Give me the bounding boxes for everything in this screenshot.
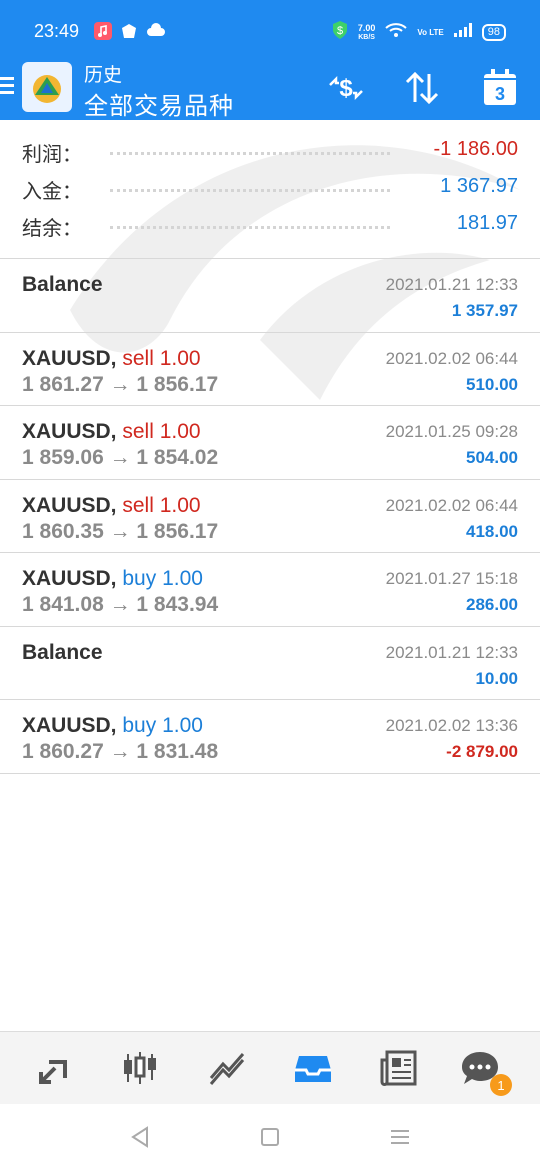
deal-header: XAUUSD, buy 1.00	[22, 714, 203, 738]
network-speed: 7.00 KB/S	[357, 22, 376, 42]
cloud-icon	[146, 22, 166, 45]
calendar-day: 3	[494, 84, 505, 104]
summary-panel: 利润： -1 186.00 入金： 1 367.97 结余： 181.97	[0, 130, 540, 241]
summary-value: 181.97	[456, 212, 518, 234]
status-bar: 23:49 $ 7.00 KB/S Vo LTE 98	[0, 0, 540, 60]
chat-icon[interactable]: 1	[458, 1046, 512, 1096]
status-right-cluster: $ 7.00 KB/S Vo LTE 98	[332, 20, 506, 45]
deal-profit: 510.00	[466, 374, 518, 394]
music-app-icon	[94, 22, 112, 45]
deal-symbol: XAUUSD,	[22, 567, 117, 590]
deal-time: 2021.01.25 09:28	[385, 422, 518, 441]
menu-icon[interactable]	[0, 73, 16, 103]
history-row[interactable]: XAUUSD, buy 1.00 1 860.27 → 1 831.48 202…	[0, 700, 540, 774]
candlestick-chart-icon[interactable]	[118, 1046, 162, 1090]
shield-icon: $	[332, 20, 348, 45]
top-header: 23:49 $ 7.00 KB/S Vo LTE 98 历史 全部交易品种 $ …	[0, 0, 540, 120]
dotted-leader	[110, 152, 390, 155]
deal-time: 2021.01.21 12:33	[385, 642, 518, 662]
summary-label: 利润：	[22, 144, 82, 166]
deal-prices: 1 860.27 → 1 831.48	[22, 740, 219, 763]
battery-indicator: 98	[481, 24, 506, 41]
dotted-leader	[110, 189, 390, 192]
svg-text:$: $	[339, 75, 353, 102]
deal-volume: 1.00	[159, 346, 201, 370]
summary-row-balance: 结余： 181.97	[0, 204, 540, 241]
bottom-tab-bar: 1	[0, 1031, 540, 1105]
deal-symbol: Balance	[22, 640, 103, 664]
page-title: 历史	[84, 65, 123, 86]
app-logo	[22, 62, 72, 112]
deal-volume: 1.00	[162, 567, 203, 590]
deal-symbol: XAUUSD,	[22, 493, 117, 517]
deal-volume: 1.00	[162, 714, 203, 737]
chat-badge: 1	[490, 1074, 512, 1096]
calendar-icon[interactable]: 3	[478, 66, 522, 110]
history-row[interactable]: XAUUSD, sell 1.00 1 859.06 → 1 854.02 20…	[0, 406, 540, 480]
deal-volume: 1.00	[159, 420, 201, 443]
deal-side: sell	[122, 493, 154, 517]
deal-side: buy	[122, 714, 157, 737]
deal-symbol: Balance	[22, 273, 103, 296]
volte-indicator: Vo LTE	[417, 28, 444, 37]
deal-profit: 1 357.97	[451, 301, 518, 320]
history-row[interactable]: XAUUSD, sell 1.00 1 860.35 → 1 856.17 20…	[0, 480, 540, 553]
deal-header: XAUUSD, sell 1.00	[22, 494, 201, 518]
system-navigation-bar	[0, 1104, 540, 1170]
deal-prices: 1 860.35 → 1 856.17	[22, 519, 219, 543]
deal-time: 2021.02.02 13:36	[385, 716, 518, 735]
history-list: Balance 2021.01.21 12:33 1 357.97 XAUUSD…	[0, 258, 540, 774]
wifi-icon	[385, 22, 408, 43]
news-icon[interactable]	[377, 1046, 421, 1090]
deal-side: buy	[122, 567, 157, 590]
sort-icon[interactable]	[400, 66, 444, 110]
network-speed-unit: KB/S	[358, 33, 375, 41]
summary-value: 1 367.97	[440, 175, 518, 197]
svg-text:$: $	[337, 25, 343, 37]
status-time: 23:49	[34, 21, 80, 41]
summary-label: 结余：	[22, 218, 82, 240]
deal-side: sell	[122, 420, 154, 443]
deal-symbol: XAUUSD,	[22, 714, 117, 737]
back-icon[interactable]	[127, 1124, 153, 1150]
deal-symbol: XAUUSD,	[22, 420, 117, 443]
deal-time: 2021.01.27 15:18	[385, 569, 518, 588]
deal-header: XAUUSD, sell 1.00	[22, 420, 201, 444]
deal-time: 2021.02.02 06:44	[385, 495, 518, 515]
deal-symbol: XAUUSD,	[22, 346, 117, 370]
trade-arrows-icon[interactable]	[33, 1046, 77, 1090]
deal-prices: 1 861.27 → 1 856.17	[22, 372, 219, 396]
trending-line-icon[interactable]	[205, 1046, 249, 1090]
app-notification-icon	[120, 22, 138, 45]
history-row[interactable]: Balance 2021.01.21 12:33 1 357.97	[0, 259, 540, 333]
deal-profit: 504.00	[466, 448, 518, 467]
summary-row-profit: 利润： -1 186.00	[0, 130, 540, 167]
deal-side: sell	[122, 346, 154, 370]
currency-exchange-icon[interactable]: $	[324, 66, 368, 110]
deal-time: 2021.01.21 12:33	[385, 275, 518, 294]
history-row[interactable]: Balance 2021.01.21 12:33 10.00	[0, 627, 540, 700]
deal-time: 2021.02.02 06:44	[385, 348, 518, 368]
dotted-leader	[110, 226, 390, 229]
deal-prices: 1 859.06 → 1 854.02	[22, 446, 219, 469]
summary-value: -1 186.00	[433, 138, 518, 160]
deal-profit: -2 879.00	[446, 742, 518, 761]
signal-icon	[453, 23, 472, 42]
summary-row-deposit: 入金： 1 367.97	[0, 167, 540, 204]
history-row[interactable]: XAUUSD, sell 1.00 1 861.27 → 1 856.17 20…	[0, 333, 540, 406]
deal-prices: 1 841.08 → 1 843.94	[22, 593, 219, 616]
deal-volume: 1.00	[159, 493, 201, 517]
deal-header: XAUUSD, sell 1.00	[22, 347, 201, 371]
history-inbox-icon[interactable]	[291, 1046, 335, 1090]
recent-apps-icon[interactable]	[387, 1124, 413, 1150]
deal-header: XAUUSD, buy 1.00	[22, 567, 203, 591]
home-icon[interactable]	[257, 1124, 283, 1150]
network-speed-value: 7.00	[357, 22, 376, 33]
deal-profit: 286.00	[466, 595, 518, 614]
history-row[interactable]: XAUUSD, buy 1.00 1 841.08 → 1 843.94 202…	[0, 553, 540, 627]
summary-label: 入金：	[22, 181, 82, 203]
deal-profit: 418.00	[466, 521, 518, 541]
deal-profit: 10.00	[475, 668, 518, 688]
